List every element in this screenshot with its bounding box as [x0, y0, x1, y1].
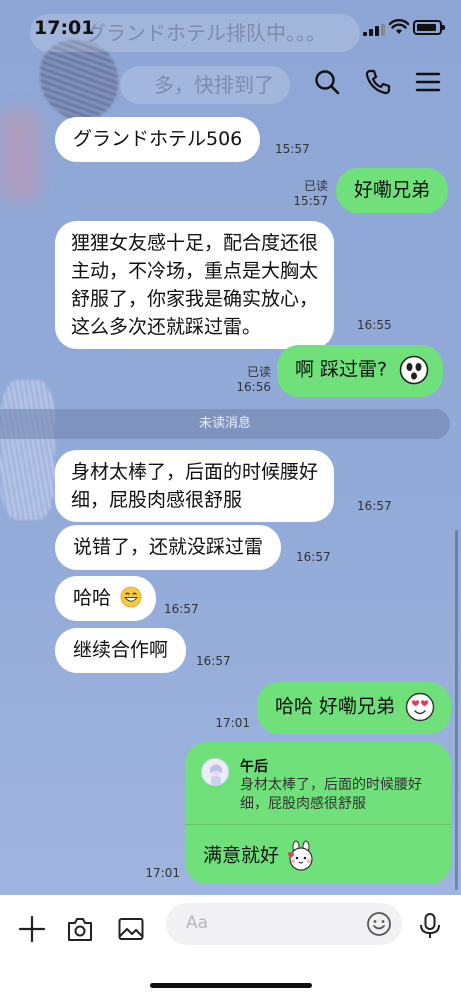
message-text: 哈哈 好嘞兄弟 — [275, 695, 396, 718]
message-input-placeholder: Aa — [186, 913, 209, 933]
heart-eyes-emoji-icon — [405, 692, 435, 722]
message-bubble-incoming[interactable]: 哈哈 — [55, 576, 157, 621]
message-bubble-incoming[interactable]: 继续合作啊 — [55, 628, 187, 673]
message-bubble-outgoing[interactable]: 好嘞兄弟 — [336, 168, 449, 213]
reply-text: 满意就好 — [203, 840, 317, 872]
scribble-mark-2 — [0, 380, 55, 520]
ghost-subheader-text: 多，快排到了 — [120, 66, 290, 104]
message-line: 舒服了，你家我是确实放心， — [71, 288, 319, 310]
quoted-text: 身材太棒了，后面的时候腰好细，屁股肉感很舒服 — [240, 777, 422, 812]
message-bubble-incoming[interactable]: 身材太棒了，后面的时候腰好 细，屁股肉感很舒服 — [55, 450, 335, 522]
unread-divider: 未读消息 — [0, 409, 450, 439]
bunny-sticker-icon — [288, 840, 313, 871]
message-bubble-outgoing[interactable]: 啊 踩过雷? — [277, 345, 444, 397]
message-time: 15:57 — [275, 142, 310, 156]
message-time: 15:57 — [293, 194, 328, 208]
status-time: 17:01 — [34, 17, 95, 39]
message-text: 哈哈 — [73, 587, 112, 609]
redaction-blur — [0, 110, 40, 200]
message-time: 17:01 — [145, 866, 180, 880]
message-line: 狸狸女友感十足，配合度还很 — [71, 232, 319, 254]
status-bar: グランドホテル排队中。。。 17:01 — [0, 0, 461, 52]
camera-icon[interactable] — [66, 915, 94, 943]
message-text: 啊 踩过雷? — [295, 358, 388, 381]
avatar — [201, 758, 229, 786]
message-text: 满意就好 — [203, 844, 280, 867]
quoted-sender-name: 午后 — [240, 759, 268, 775]
message-time: 16:57 — [164, 602, 199, 616]
message-bubble-incoming[interactable]: 狸狸女友感十足，配合度还很 主动，不冷场，重点是大胸太 舒服了，你家我是确实放心… — [55, 221, 335, 349]
read-receipt: 已读 — [303, 179, 328, 193]
emoji-icon[interactable] — [366, 911, 392, 937]
grinning-emoji-icon — [120, 586, 142, 608]
message-time: 16:57 — [296, 550, 331, 564]
read-receipt: 已读 — [246, 365, 271, 379]
battery-icon — [413, 20, 445, 35]
signal-icon — [363, 24, 385, 36]
search-icon[interactable] — [313, 68, 341, 96]
message-time: 16:55 — [357, 318, 392, 332]
message-line: 主动，不冷场，重点是大胸太 — [71, 260, 319, 282]
message-time: 16:57 — [196, 654, 231, 668]
image-icon[interactable] — [117, 915, 145, 943]
reply-message-bubble[interactable]: 午后 身材太棒了，后面的时候腰好细，屁股肉感很舒服 满意就好 — [185, 742, 451, 884]
microphone-icon[interactable] — [416, 912, 444, 940]
scrollbar[interactable] — [455, 530, 458, 890]
message-bubble-outgoing[interactable]: 哈哈 好嘞兄弟 — [257, 682, 452, 734]
shocked-sticker-icon — [399, 355, 429, 385]
message-time: 16:57 — [357, 499, 392, 513]
message-bubble-incoming[interactable]: グランドホテル506 — [55, 117, 261, 162]
quoted-message[interactable]: 午后 身材太棒了，后面的时候腰好细，屁股肉感很舒服 — [185, 742, 451, 825]
message-time: 17:01 — [215, 716, 250, 730]
message-line: 这么多次还就踩过雷。 — [71, 316, 262, 338]
message-bubble-incoming[interactable]: 说错了，还就没踩过雷 — [55, 525, 282, 570]
message-input[interactable]: Aa — [166, 903, 402, 945]
composer-bar: Aa — [0, 895, 461, 1000]
phone-icon[interactable] — [364, 68, 392, 96]
home-indicator — [150, 983, 312, 988]
wifi-icon — [389, 19, 409, 34]
message-line: 身材太棒了，后面的时候腰好 — [71, 461, 319, 483]
plus-icon[interactable] — [18, 915, 46, 943]
scribble-mark — [40, 40, 118, 120]
menu-icon[interactable] — [414, 68, 442, 96]
message-time: 16:56 — [236, 380, 271, 394]
message-line: 细，屁股肉感很舒服 — [71, 489, 243, 511]
